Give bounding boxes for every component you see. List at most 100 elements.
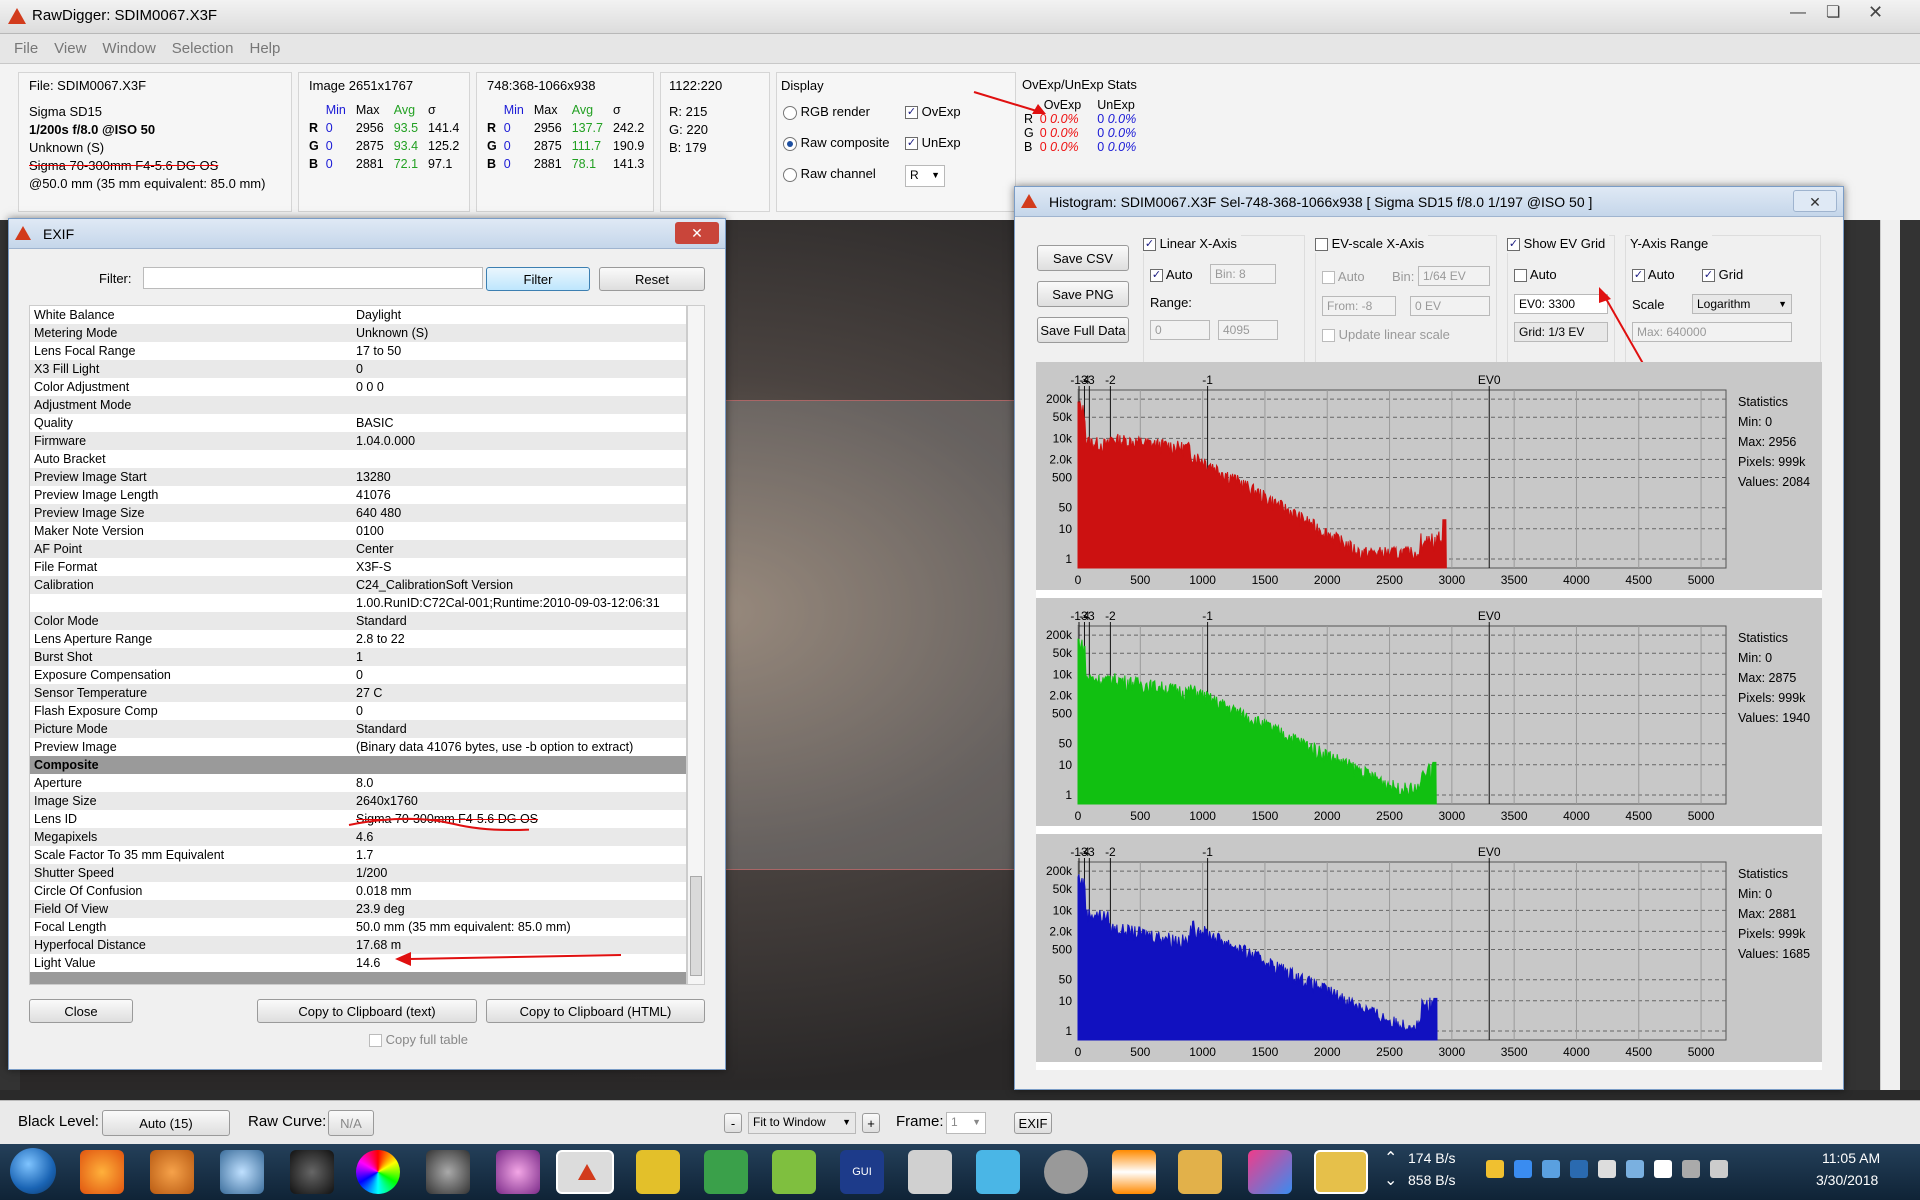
ev-grid-auto-checkbox[interactable] — [1514, 269, 1527, 283]
app-icon-17[interactable] — [1178, 1150, 1222, 1194]
copy-full-checkbox[interactable] — [369, 1034, 382, 1048]
exif-close-icon[interactable]: ✕ — [675, 222, 719, 244]
range-to-field[interactable]: 4095 — [1218, 320, 1278, 340]
copy-html-button[interactable]: Copy to Clipboard (HTML) — [486, 999, 705, 1023]
stats-min: Min: 0 — [1738, 887, 1773, 901]
tray-icon-6[interactable] — [1626, 1160, 1644, 1178]
rgb-render-radio[interactable] — [783, 105, 797, 120]
tray-icon-4[interactable] — [1570, 1160, 1588, 1178]
menu-selection[interactable]: Selection — [164, 34, 242, 64]
stats-row: B 0 2881 72.1 97.1 — [309, 155, 464, 173]
linear-auto-checkbox[interactable]: ✓ — [1150, 269, 1163, 283]
linear-x-checkbox[interactable]: ✓ — [1143, 238, 1156, 252]
menu-help[interactable]: Help — [242, 34, 289, 64]
restore-icon[interactable]: ❏ — [1826, 2, 1840, 22]
unexp-checkbox[interactable]: ✓ — [905, 137, 918, 151]
x-tick-label: 5000 — [1688, 573, 1715, 587]
save-full-data-button[interactable]: Save Full Data — [1037, 317, 1129, 343]
zoom-in-button[interactable]: + — [862, 1113, 880, 1133]
tray-icon-5[interactable] — [1598, 1160, 1616, 1178]
network-icon[interactable] — [1682, 1160, 1700, 1178]
rawdigger-taskbar-icon[interactable] — [556, 1150, 614, 1194]
app-icon-11[interactable] — [772, 1150, 816, 1194]
ovexp-checkbox[interactable]: ✓ — [905, 106, 918, 120]
close-button[interactable]: Close — [29, 999, 133, 1023]
y-tick-label: 10 — [1059, 522, 1073, 536]
vlc-icon[interactable] — [1112, 1150, 1156, 1194]
menu-file[interactable]: File — [6, 34, 46, 64]
histogram-svg: 200k 50k 10k 2.0k 500 50 10 10 500 1000 1500 2000 25… — [1046, 609, 1727, 823]
raw-curve-button[interactable]: N/A — [328, 1110, 374, 1136]
reset-button[interactable]: Reset — [599, 267, 705, 291]
raw-channel-radio[interactable] — [783, 167, 797, 182]
zoom-out-button[interactable]: - — [724, 1113, 742, 1133]
color-app-icon[interactable] — [356, 1150, 400, 1194]
app-icon-18[interactable] — [1248, 1150, 1292, 1194]
scrollbar-thumb[interactable] — [690, 876, 702, 976]
vertical-scrollbar[interactable] — [1880, 220, 1900, 1090]
save-png-button[interactable]: Save PNG — [1037, 281, 1129, 307]
exiftool-gui-icon[interactable]: GUI — [840, 1150, 884, 1194]
raw-composite-radio[interactable] — [783, 136, 797, 151]
clock-date[interactable]: 3/30/2018 — [1816, 1172, 1878, 1188]
ftp-app-icon[interactable] — [976, 1150, 1020, 1194]
menu-view[interactable]: View — [46, 34, 94, 64]
volume-icon[interactable] — [1710, 1160, 1728, 1178]
app-icon-3[interactable] — [220, 1150, 264, 1194]
minimize-icon[interactable]: — — [1790, 4, 1806, 22]
tray-icon-3[interactable] — [1542, 1160, 1560, 1178]
gimp-icon[interactable] — [426, 1150, 470, 1194]
ev-from-field[interactable]: From: -8 — [1322, 296, 1396, 316]
menu-window[interactable]: Window — [94, 34, 163, 64]
frame-select[interactable]: 1 ▼ — [946, 1112, 986, 1134]
stats-pixels: Pixels: 999k — [1738, 455, 1806, 469]
copy-text-button[interactable]: Copy to Clipboard (text) — [257, 999, 477, 1023]
avg-value: 93.5 — [393, 121, 419, 135]
chevron-up-icon[interactable]: ⌃ — [1384, 1148, 1397, 1168]
start-button-icon[interactable] — [10, 1148, 56, 1194]
explorer-icon[interactable] — [1314, 1150, 1368, 1194]
close-app-icon[interactable]: ✕ — [1868, 2, 1883, 23]
show-ev-grid-checkbox[interactable]: ✓ — [1507, 238, 1520, 252]
range-from-field[interactable]: 0 — [1150, 320, 1210, 340]
y-tick-label: 1 — [1065, 552, 1072, 566]
hex-editor-icon[interactable] — [908, 1150, 952, 1194]
clock-time[interactable]: 11:05 AM — [1822, 1150, 1880, 1166]
ev-scale-checkbox[interactable] — [1315, 238, 1328, 252]
chevron-down-icon[interactable]: ⌄ — [1384, 1170, 1397, 1190]
exif-status-button[interactable]: EXIF — [1014, 1112, 1052, 1134]
x-tick-label: 4500 — [1625, 809, 1652, 823]
firefox-icon[interactable] — [80, 1150, 124, 1194]
update-linear-checkbox[interactable] — [1322, 329, 1335, 343]
histogram-close-icon[interactable]: ✕ — [1793, 190, 1837, 212]
stats-values: Values: 1940 — [1738, 711, 1811, 725]
ev-bin-select[interactable]: 1/64 EV — [1418, 266, 1490, 286]
unexp-percent: 0.0% — [1107, 112, 1137, 126]
raw-channel-select[interactable]: R ▼ — [905, 165, 945, 187]
filter-button[interactable]: Filter — [486, 267, 590, 291]
flag-icon[interactable] — [1654, 1160, 1672, 1178]
app-icon-7[interactable] — [496, 1150, 540, 1194]
filter-input[interactable] — [143, 267, 483, 289]
zoom-select[interactable]: Fit to Window ▼ — [748, 1112, 856, 1134]
ruler-app-icon[interactable] — [636, 1150, 680, 1194]
selection-rectangle[interactable] — [720, 400, 1020, 870]
exif-scrollbar[interactable] — [687, 305, 705, 985]
y-tick-label: 50k — [1053, 646, 1073, 660]
raw-composite-label: Raw composite — [800, 135, 890, 150]
y-grid-checkbox[interactable]: ✓ — [1702, 269, 1715, 283]
y-auto-checkbox[interactable]: ✓ — [1632, 269, 1645, 283]
save-csv-button[interactable]: Save CSV — [1037, 245, 1129, 271]
app-icon-15[interactable] — [1044, 1150, 1088, 1194]
tray-icon-2[interactable] — [1514, 1160, 1532, 1178]
ev-tick-label: -2 — [1105, 845, 1116, 859]
ev-to-field[interactable]: 0 EV — [1410, 296, 1490, 316]
bin-field[interactable]: Bin: 8 — [1210, 264, 1276, 284]
app-icon-2[interactable] — [150, 1150, 194, 1194]
app-icon-10[interactable] — [704, 1150, 748, 1194]
camera-app-icon[interactable] — [290, 1150, 334, 1194]
black-level-button[interactable]: Auto (15) — [102, 1110, 230, 1136]
ev-auto-checkbox[interactable] — [1322, 271, 1335, 285]
tray-icon-1[interactable] — [1486, 1160, 1504, 1178]
point-r: R: 215 — [669, 104, 708, 119]
